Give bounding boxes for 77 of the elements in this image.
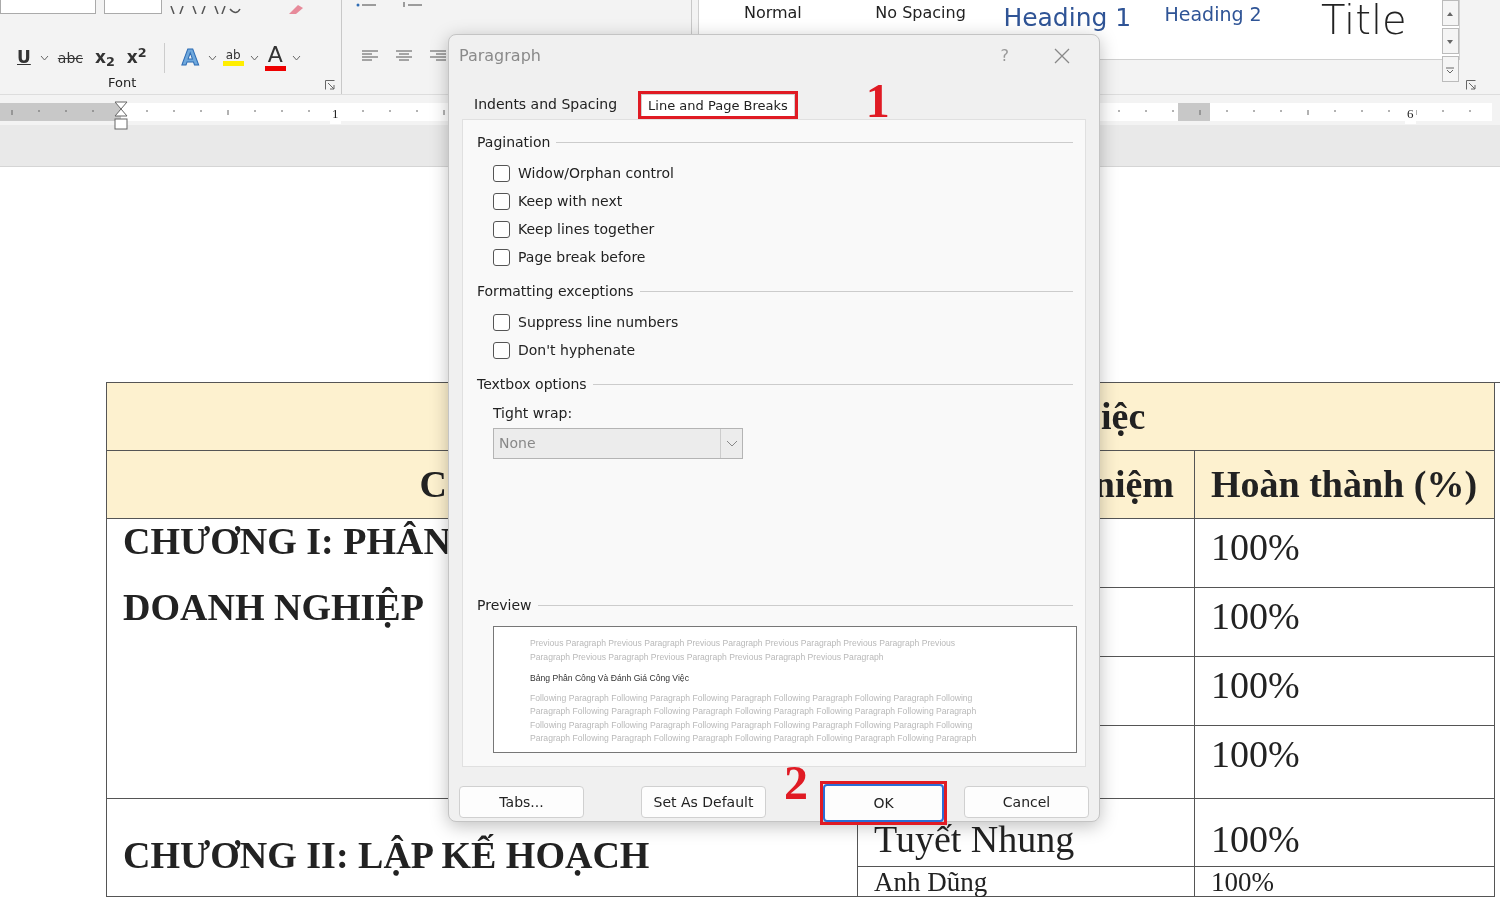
change-case-icon[interactable] (214, 6, 244, 14)
chapter-heading: CHƯƠNG II: LẬP KẾ HOẠCH (123, 835, 650, 877)
checkbox[interactable] (493, 164, 510, 182)
caret-icon[interactable] (39, 54, 49, 61)
chevron-down-icon (725, 440, 738, 447)
align-center-icon[interactable] (396, 50, 412, 62)
font-color-button[interactable]: A (264, 44, 286, 71)
grow-font-icon[interactable] (170, 6, 184, 14)
format-button[interactable]: U (14, 49, 34, 66)
table-cell: Anh Dũng (858, 867, 1195, 897)
chapter-heading: CHƯƠNG I: PHÂN (123, 521, 451, 563)
format-button[interactable]: x$^{2}$ (123, 49, 150, 66)
dialog-button[interactable]: Cancel (964, 786, 1089, 818)
field-label: Tight wrap: (492, 404, 574, 423)
style-item[interactable]: Heading 1 (994, 4, 1141, 32)
checkbox[interactable] (493, 313, 510, 331)
caret-icon (1446, 10, 1455, 17)
format-button[interactable]: abc (54, 50, 86, 65)
expand-icon (1446, 66, 1455, 73)
style-item[interactable]: Normal (699, 4, 847, 22)
align-left-icon[interactable] (362, 50, 378, 62)
preview-text: Bảng Phân Công Và Đánh Giá Công Việc (530, 672, 690, 685)
font-name-field[interactable] (0, 0, 96, 14)
checkbox[interactable] (493, 220, 510, 238)
checkbox-label: Keep with next (518, 191, 623, 211)
table-cell: 100% (1195, 867, 1495, 897)
align-right-icon[interactable] (430, 50, 446, 62)
table-cell: 100% (1195, 799, 1495, 867)
checkbox-label: Don't hyphenate (518, 340, 636, 360)
dialog-launcher-icon[interactable] (325, 80, 335, 90)
scroll-down-button[interactable] (1441, 28, 1459, 54)
preview-text: Previous Paragraph Previous Paragraph Previous Paragraph Previous Paragraph Previous Paragraph Previous (530, 637, 957, 650)
checkbox-label: Suppress line numbers (518, 312, 679, 332)
section-title: Preview (477, 596, 532, 615)
caret-icon[interactable] (249, 54, 259, 61)
format-button[interactable]: x$_{2}$ (92, 49, 118, 66)
checkbox-label: Page break before (518, 247, 646, 267)
dialog-button[interactable]: OK (823, 784, 944, 822)
preview-text: Paragraph Following Paragraph Following Paragraph Following Paragraph Following Paragraph Following Paragraph (530, 732, 978, 745)
scroll-up-button[interactable] (1441, 0, 1459, 26)
table-cell: 100% (1195, 588, 1495, 657)
dialog-title: Paragraph (459, 45, 541, 67)
annotation-number: 2 (784, 759, 808, 807)
table-cell: 100% (1195, 519, 1495, 588)
section-title: Formatting exceptions (477, 282, 634, 301)
preview-text: Following Paragraph Following Paragraph Following Paragraph Following Paragraph Following Paragraph Following (530, 718, 974, 732)
checkbox[interactable] (493, 192, 510, 210)
annotation-number: 1 (865, 77, 890, 125)
table-cell: 100% (1195, 726, 1495, 799)
group-label: Font (108, 73, 137, 92)
tab[interactable]: Line and Page Breaks (641, 93, 795, 116)
shrink-font-icon[interactable] (192, 6, 206, 14)
checkbox-label: Widow/Orphan control (518, 163, 674, 183)
close-icon (1054, 48, 1070, 64)
column-header: Hoàn thành (%) (1195, 451, 1495, 519)
style-item[interactable]: Title (1286, 0, 1442, 40)
caret-icon[interactable] (207, 54, 217, 61)
preview-text: Paragraph Previous Paragraph Previous Paragraph Previous Paragraph Previous Paragraph (530, 650, 885, 664)
checkbox[interactable] (493, 248, 510, 266)
chapter-heading: DOANH NGHIỆP (123, 586, 424, 629)
checkbox-label: Keep lines together (518, 219, 655, 239)
checkbox[interactable] (493, 341, 510, 359)
style-item[interactable]: Heading 2 (1140, 4, 1286, 25)
dialog-button[interactable]: Tabs... (459, 786, 584, 818)
dialog-launcher-icon[interactable] (1466, 80, 1476, 90)
indent-marker-icon[interactable] (114, 101, 128, 131)
preview-text: Following Paragraph Following Paragraph Following Paragraph Following Paragraph Following Paragraph Following (530, 691, 974, 705)
font-size-field[interactable] (104, 0, 162, 14)
style-item[interactable]: No Spacing (846, 4, 995, 22)
tab[interactable]: Indents and Spacing (459, 90, 633, 119)
dialog-button[interactable]: Set As Default (641, 786, 766, 818)
highlight-button[interactable]: ab (222, 49, 244, 66)
preview-text: Paragraph Following Paragraph Following Paragraph Following Paragraph Following Paragraph Following Paragraph (530, 705, 978, 718)
caret-icon (1446, 38, 1455, 45)
section-title: Pagination (477, 133, 551, 152)
caret-icon[interactable] (291, 54, 301, 61)
table-cell: 100% (1195, 657, 1495, 726)
